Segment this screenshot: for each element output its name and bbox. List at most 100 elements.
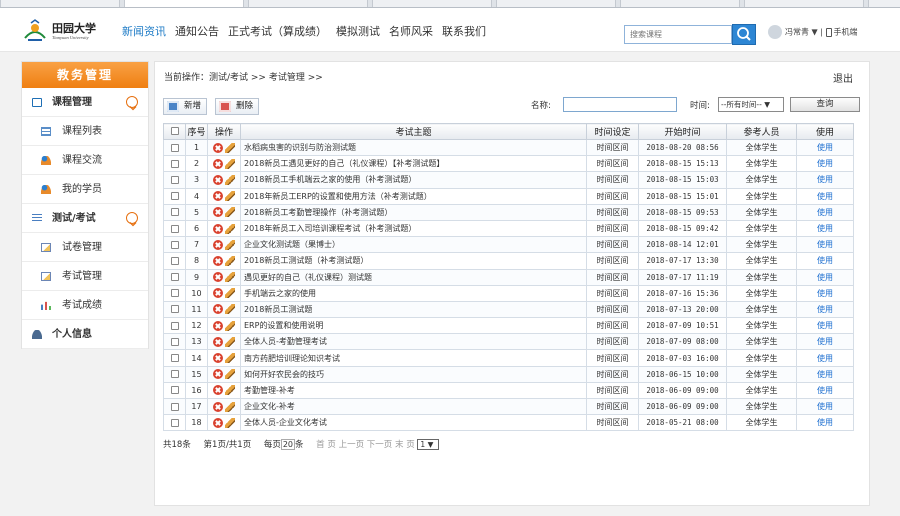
use-link[interactable]: 使用: [796, 365, 854, 383]
use-link[interactable]: 使用: [796, 284, 854, 302]
sidebar-item-7[interactable]: 考试成绩: [22, 291, 148, 320]
mobile-link[interactable]: 手机端: [833, 28, 857, 37]
row-checkbox[interactable]: [170, 354, 179, 363]
row-select-cell[interactable]: [163, 219, 186, 238]
row-checkbox[interactable]: [170, 159, 179, 168]
prev-page-link[interactable]: 上一页: [339, 440, 365, 450]
sidebar-item-6[interactable]: 考试管理: [22, 262, 148, 291]
delete-row-icon[interactable]: [213, 288, 223, 299]
user-menu[interactable]: 冯常青 ▼ | 手机端: [768, 25, 857, 39]
row-select-cell[interactable]: [163, 171, 186, 189]
use-link[interactable]: 使用: [796, 138, 854, 157]
browser-tab[interactable]: [868, 0, 900, 7]
search-button[interactable]: [732, 24, 756, 45]
edit-pencil-icon[interactable]: [225, 191, 235, 202]
use-link[interactable]: 使用: [796, 381, 854, 400]
row-select-cell[interactable]: [163, 300, 186, 319]
browser-tab[interactable]: [372, 0, 492, 7]
row-select-cell[interactable]: [163, 349, 186, 367]
use-link[interactable]: 使用: [796, 187, 854, 205]
edit-pencil-icon[interactable]: [225, 158, 235, 169]
row-checkbox[interactable]: [170, 386, 179, 395]
delete-row-icon[interactable]: [213, 401, 223, 412]
browser-tab[interactable]: [620, 0, 740, 7]
query-button[interactable]: 查询: [790, 97, 860, 112]
browser-tab-active[interactable]: [124, 0, 244, 7]
edit-pencil-icon[interactable]: [225, 304, 235, 315]
row-select-cell[interactable]: [163, 414, 186, 432]
browser-tab[interactable]: [248, 0, 368, 7]
row-checkbox[interactable]: [170, 305, 179, 314]
delete-row-icon[interactable]: [213, 191, 223, 202]
last-page-link[interactable]: 末 页: [395, 440, 415, 450]
sidebar-item-8[interactable]: 个人信息: [22, 320, 148, 349]
use-link[interactable]: 使用: [796, 397, 854, 416]
use-link[interactable]: 使用: [796, 414, 854, 432]
sidebar-item-0[interactable]: 课程管理: [22, 88, 148, 117]
row-select-cell[interactable]: [163, 381, 186, 400]
nav-item-5[interactable]: 联系我们: [442, 23, 486, 39]
row-checkbox[interactable]: [170, 418, 179, 427]
row-select-cell[interactable]: [163, 268, 186, 286]
logout-link[interactable]: 退出: [833, 70, 853, 85]
row-checkbox[interactable]: [170, 256, 179, 265]
delete-button[interactable]: 删除: [215, 98, 260, 115]
nav-item-0[interactable]: 新闻资讯: [122, 23, 166, 39]
row-checkbox[interactable]: [170, 402, 179, 411]
row-select-cell[interactable]: [163, 317, 186, 335]
edit-pencil-icon[interactable]: [225, 272, 235, 283]
select-all-checkbox[interactable]: [170, 127, 179, 135]
add-button[interactable]: 新增: [163, 98, 208, 115]
delete-row-icon[interactable]: [213, 272, 223, 283]
edit-pencil-icon[interactable]: [225, 336, 235, 347]
nav-item-2[interactable]: 正式考试（算成绩）: [228, 23, 327, 39]
edit-pencil-icon[interactable]: [225, 288, 235, 299]
site-logo[interactable]: 田园大学 Tianyuan University: [22, 17, 112, 45]
row-select-cell[interactable]: [163, 284, 186, 302]
row-checkbox[interactable]: [170, 370, 179, 379]
sidebar-item-3[interactable]: 我的学员: [22, 175, 148, 204]
sidebar-item-2[interactable]: 课程交流: [22, 146, 148, 175]
row-select-cell[interactable]: [163, 365, 186, 383]
chevron-down-icon[interactable]: [126, 96, 138, 111]
first-page-link[interactable]: 首 页: [316, 440, 336, 450]
row-checkbox[interactable]: [170, 192, 179, 201]
use-link[interactable]: 使用: [796, 317, 854, 335]
edit-pencil-icon[interactable]: [225, 223, 235, 234]
time-select[interactable]: --所有时间-- ▼: [718, 97, 784, 112]
edit-pencil-icon[interactable]: [225, 353, 235, 364]
nav-item-1[interactable]: 通知公告: [175, 23, 219, 39]
chevron-down-icon[interactable]: [126, 212, 138, 227]
delete-row-icon[interactable]: [213, 207, 223, 218]
edit-pencil-icon[interactable]: [225, 401, 235, 412]
nav-item-3[interactable]: 模拟测试: [336, 23, 380, 39]
edit-pencil-icon[interactable]: [225, 417, 235, 428]
browser-tab[interactable]: [744, 0, 864, 7]
row-checkbox[interactable]: [170, 143, 179, 152]
edit-pencil-icon[interactable]: [225, 255, 235, 266]
use-link[interactable]: 使用: [796, 333, 854, 351]
course-search-input[interactable]: [624, 25, 732, 44]
edit-pencil-icon[interactable]: [225, 142, 235, 153]
row-checkbox[interactable]: [170, 208, 179, 217]
delete-row-icon[interactable]: [213, 223, 223, 234]
edit-pencil-icon[interactable]: [225, 174, 235, 185]
row-select-cell[interactable]: [163, 203, 186, 221]
use-link[interactable]: 使用: [796, 219, 854, 238]
nav-item-4[interactable]: 名师风采: [389, 23, 433, 39]
row-select-cell[interactable]: [163, 333, 186, 351]
delete-row-icon[interactable]: [213, 417, 223, 428]
delete-row-icon[interactable]: [213, 174, 223, 185]
use-link[interactable]: 使用: [796, 171, 854, 189]
row-select-cell[interactable]: [163, 155, 186, 173]
edit-pencil-icon[interactable]: [225, 239, 235, 250]
row-select-cell[interactable]: [163, 397, 186, 416]
browser-tab[interactable]: [496, 0, 616, 7]
use-link[interactable]: 使用: [796, 349, 854, 367]
row-select-cell[interactable]: [163, 187, 186, 205]
delete-row-icon[interactable]: [213, 353, 223, 364]
edit-pencil-icon[interactable]: [225, 369, 235, 380]
use-link[interactable]: 使用: [796, 236, 854, 254]
delete-row-icon[interactable]: [213, 142, 223, 153]
delete-row-icon[interactable]: [213, 255, 223, 266]
